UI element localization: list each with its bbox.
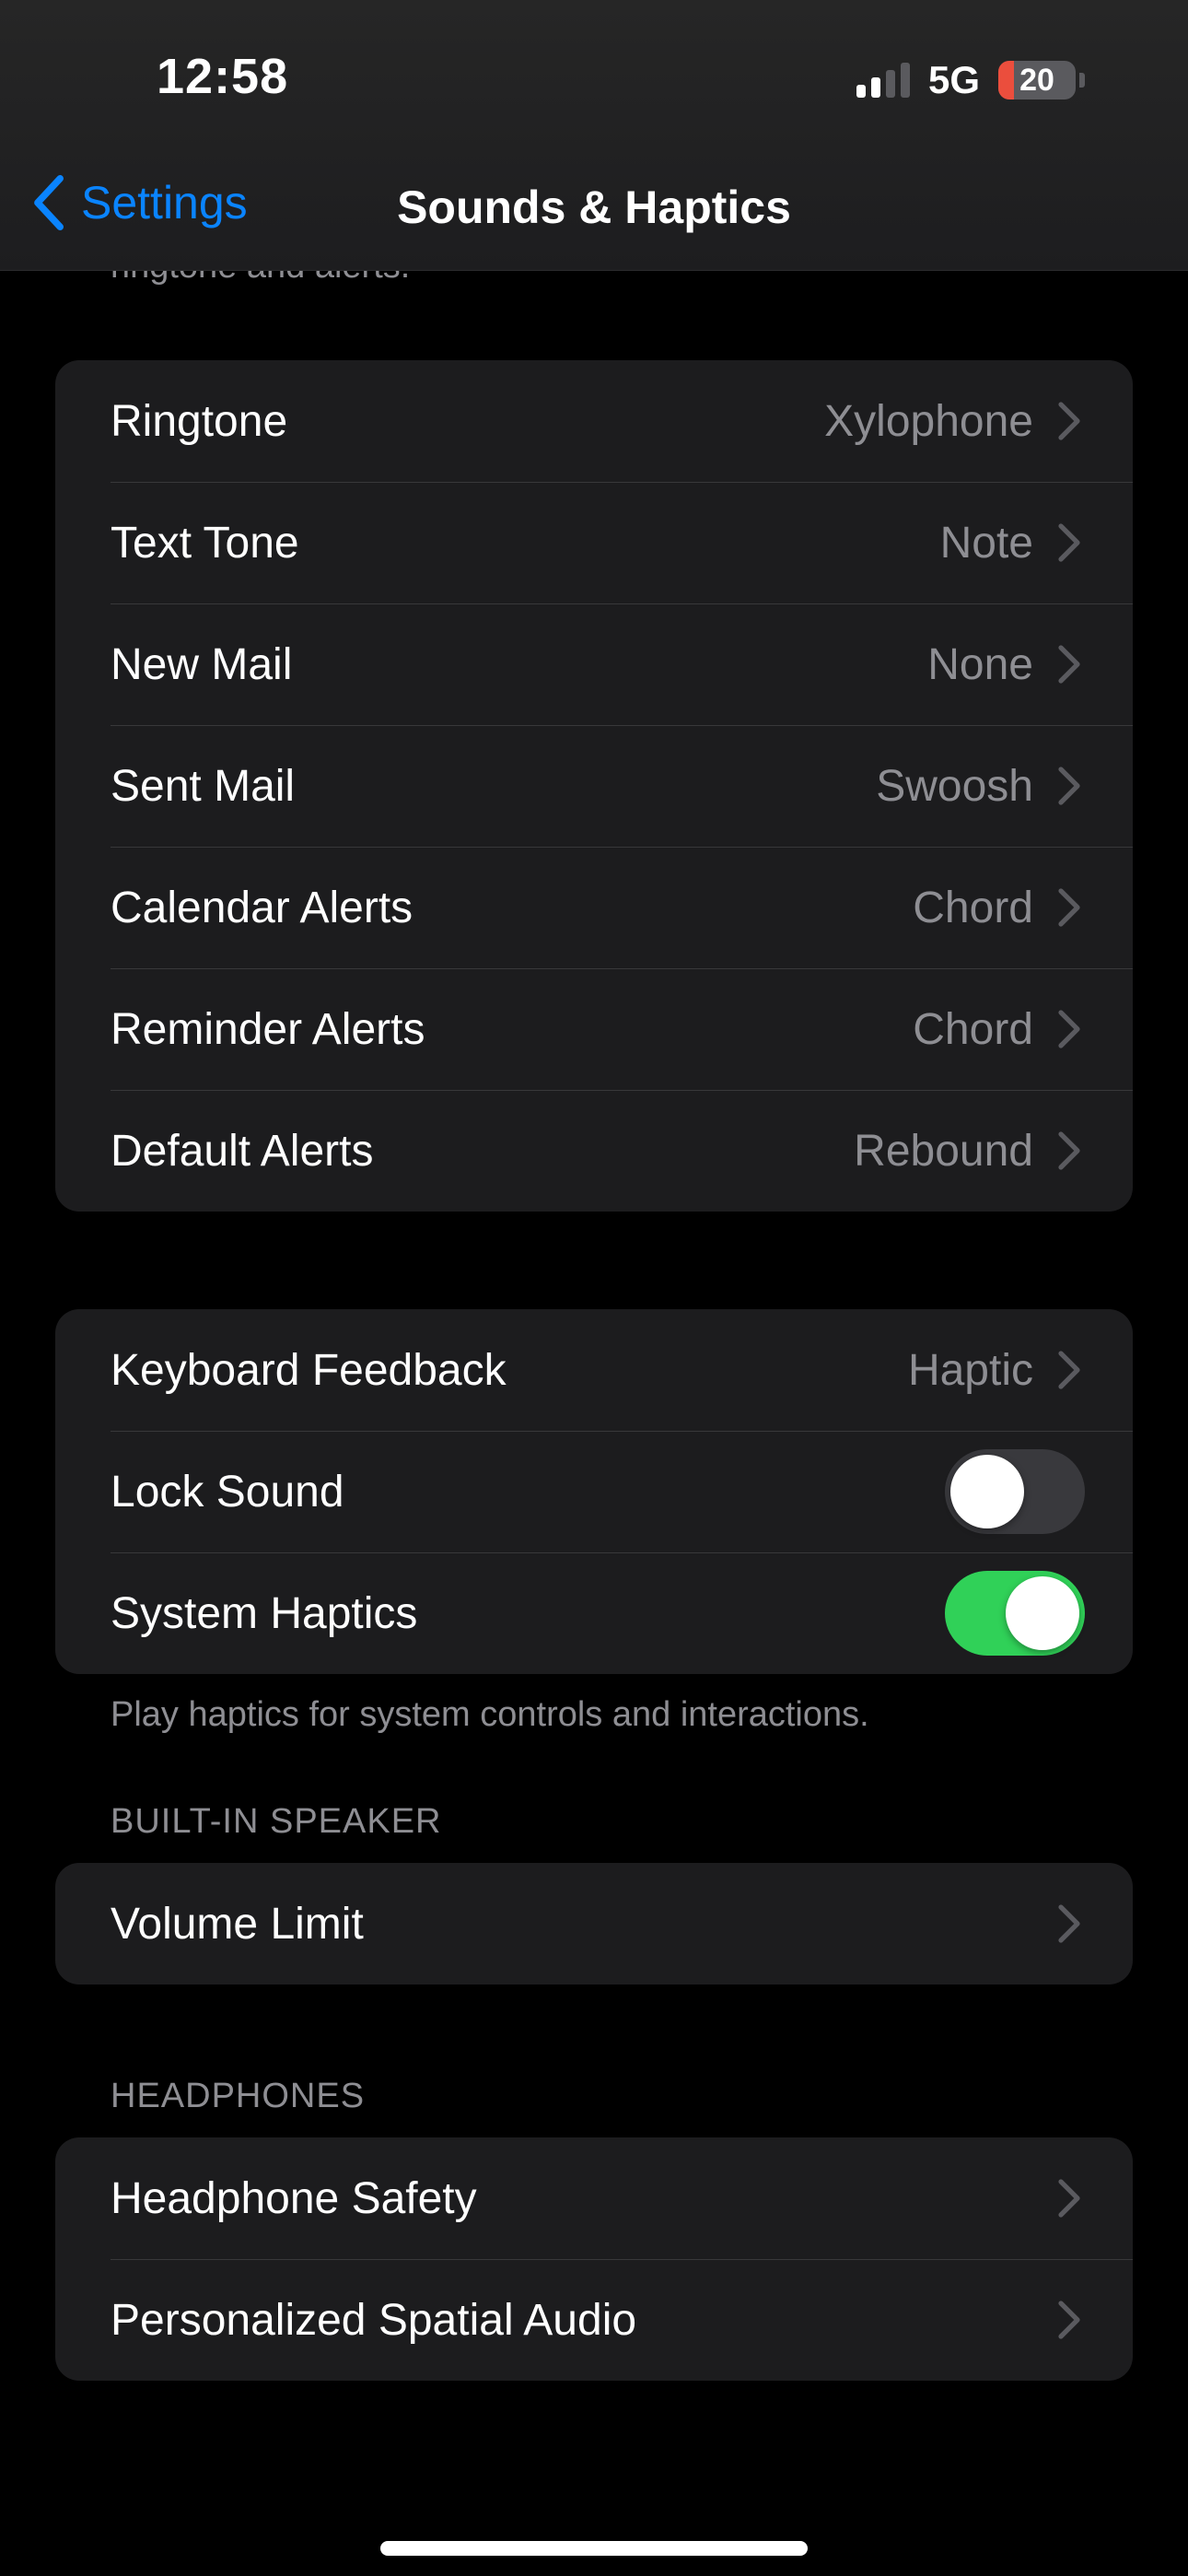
system-haptics-toggle[interactable] — [945, 1571, 1085, 1656]
lock-sound-toggle[interactable] — [945, 1449, 1085, 1534]
settings-row-lock-sound: Lock Sound — [55, 1431, 1133, 1552]
page-title: Sounds & Haptics — [397, 181, 791, 233]
row-label: Keyboard Feedback — [111, 1345, 507, 1395]
row-value: Haptic — [907, 1345, 1033, 1395]
battery-fill — [998, 61, 1014, 100]
chevron-right-icon — [1058, 1010, 1080, 1048]
chevron-right-icon — [1058, 888, 1080, 927]
status-indicators: 5G 20 — [856, 57, 1085, 103]
chevron-right-icon — [1058, 645, 1080, 684]
system-haptics-footnote: Play haptics for system controls and int… — [111, 1695, 869, 1734]
settings-row-keyboard-feedback[interactable]: Keyboard Feedback Haptic — [55, 1309, 1133, 1431]
row-value: Chord — [913, 1004, 1033, 1054]
settings-row-volume-limit[interactable]: Volume Limit — [55, 1863, 1133, 1985]
row-label: Personalized Spatial Audio — [111, 2295, 637, 2345]
row-value: Note — [939, 518, 1033, 568]
row-value: Swoosh — [876, 761, 1033, 811]
settings-row-reminder-alerts[interactable]: Reminder Alerts Chord — [55, 968, 1133, 1090]
settings-row-sent-mail[interactable]: Sent Mail Swoosh — [55, 725, 1133, 847]
sounds-group: Ringtone Xylophone Text Tone Note New Ma… — [55, 360, 1133, 1212]
chevron-right-icon — [1058, 402, 1080, 440]
row-label: Sent Mail — [111, 761, 296, 811]
row-label: New Mail — [111, 639, 293, 689]
row-value: Chord — [913, 883, 1033, 932]
settings-row-ringtone[interactable]: Ringtone Xylophone — [55, 360, 1133, 482]
settings-row-text-tone[interactable]: Text Tone Note — [55, 482, 1133, 603]
battery-icon: 20 — [998, 61, 1076, 100]
network-type: 5G — [927, 58, 980, 101]
chevron-right-icon — [1058, 523, 1080, 562]
headphones-group: Headphone Safety Personalized Spatial Au… — [55, 2137, 1133, 2381]
settings-row-system-haptics: System Haptics — [55, 1552, 1133, 1674]
row-label: Reminder Alerts — [111, 1004, 425, 1054]
battery-percentage: 20 — [1019, 62, 1054, 98]
chevron-right-icon — [1058, 1904, 1080, 1943]
row-value: Xylophone — [824, 396, 1033, 446]
row-label: Volume Limit — [111, 1899, 364, 1949]
row-value: Rebound — [854, 1126, 1033, 1176]
status-time: 12:58 — [157, 49, 289, 104]
chevron-right-icon — [1058, 2301, 1080, 2339]
row-label: Ringtone — [111, 396, 288, 446]
row-value: None — [927, 639, 1033, 689]
chevron-right-icon — [1058, 767, 1080, 805]
settings-row-default-alerts[interactable]: Default Alerts Rebound — [55, 1090, 1133, 1212]
home-indicator[interactable] — [380, 2541, 808, 2556]
row-label: Headphone Safety — [111, 2173, 477, 2223]
settings-row-new-mail[interactable]: New Mail None — [55, 603, 1133, 725]
section-header-headphones: HEADPHONES — [111, 2077, 366, 2115]
chevron-right-icon — [1058, 1351, 1080, 1389]
row-label: System Haptics — [111, 1588, 418, 1638]
row-label: Text Tone — [111, 518, 299, 568]
chevron-right-icon — [1058, 1131, 1080, 1170]
chevron-right-icon — [1058, 2179, 1080, 2218]
toggle-knob — [1006, 1576, 1079, 1650]
toggle-knob — [950, 1455, 1024, 1528]
cellular-signal-icon — [856, 63, 910, 98]
battery-cap — [1079, 73, 1085, 88]
settings-row-calendar-alerts[interactable]: Calendar Alerts Chord — [55, 847, 1133, 968]
row-label: Calendar Alerts — [111, 883, 413, 932]
speaker-group: Volume Limit — [55, 1863, 1133, 1985]
feedback-group: Keyboard Feedback Haptic Lock Sound Syst… — [55, 1309, 1133, 1674]
settings-row-headphone-safety[interactable]: Headphone Safety — [55, 2137, 1133, 2259]
settings-row-personalized-spatial-audio[interactable]: Personalized Spatial Audio — [55, 2259, 1133, 2381]
section-header-built-in-speaker: BUILT-IN SPEAKER — [111, 1802, 442, 1841]
navigation-header: 12:58 5G 20 Settings Sounds & Haptics — [0, 0, 1188, 271]
row-label: Default Alerts — [111, 1126, 374, 1176]
row-label: Lock Sound — [111, 1467, 344, 1516]
